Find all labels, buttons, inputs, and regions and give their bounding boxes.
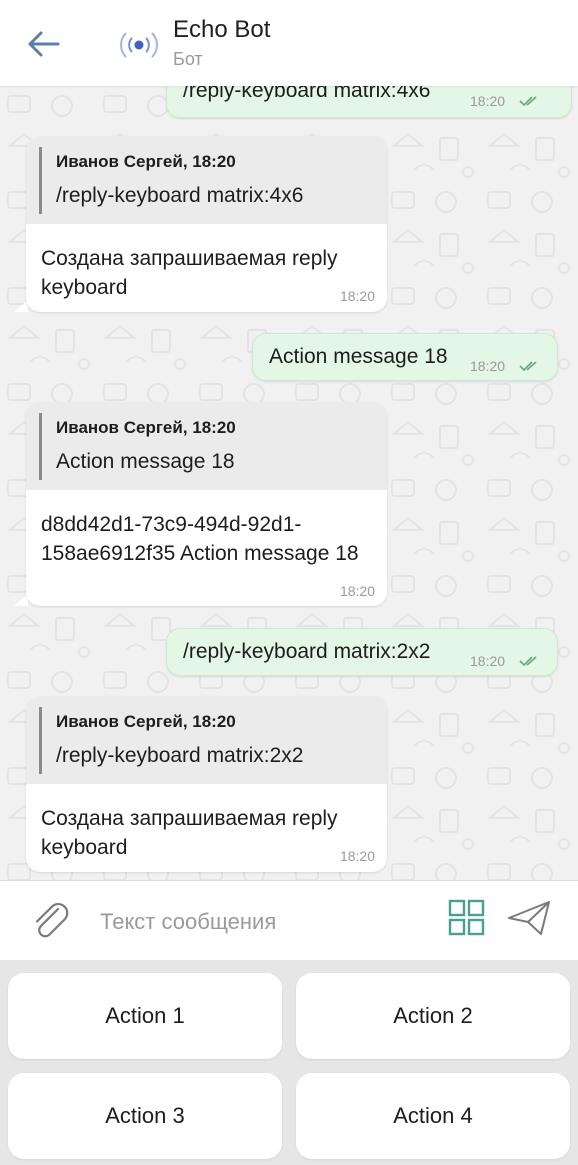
quote-text: /reply-keyboard matrix:4x6 [56,184,304,207]
quote-author: Иванов Сергей, 18:20 [56,152,236,171]
quote-author: Иванов Сергей, 18:20 [56,418,236,437]
attach-button[interactable] [28,899,72,943]
message-text: /reply-keyboard matrix:4x6 [183,86,431,102]
incoming-message[interactable]: Иванов Сергей, 18:20 /reply-keyboard mat… [26,696,387,872]
chat-title: Echo Bot [173,16,271,43]
message-text: Создана запрашиваемая reply keyboard [41,807,338,859]
send-icon [508,901,550,935]
message-time: 18:20 [470,358,506,374]
paperclip-icon [35,903,69,938]
message-time: 18:20 [470,93,506,109]
incoming-message[interactable]: Иванов Сергей, 18:20 /reply-keyboard mat… [26,136,387,312]
keyboard-button-action-2[interactable]: Action 2 [296,973,570,1059]
message-text: /reply-keyboard matrix:2x2 [183,640,431,663]
bot-avatar[interactable] [116,28,162,62]
keyboard-button-action-3[interactable]: Action 3 [8,1073,282,1159]
reply-keyboard: Action 1 Action 2 Action 3 Action 4 [0,960,578,1165]
arrow-left-icon [28,31,60,57]
message-time: 18:20 [339,288,375,304]
send-button[interactable] [506,898,552,943]
message-input[interactable] [98,903,422,941]
message-time: 18:20 [339,583,375,599]
message-text: Action message 18 [269,345,448,368]
message-list[interactable]: /reply-keyboard matrix:4x6 18:20 Иванов … [0,86,578,880]
double-check-icon [519,96,537,107]
radio-waves-icon [120,32,158,58]
grid-icon [448,899,485,936]
quote-text: Action message 18 [56,450,235,473]
message-text: d8dd42d1-73c9-494d-92d1-158ae6912f35 Act… [41,513,359,565]
quote-bar [39,147,42,214]
message-time: 18:20 [339,848,375,864]
message-composer [0,880,578,961]
outgoing-message[interactable]: /reply-keyboard matrix:4x6 18:20 [166,86,572,118]
outgoing-message[interactable]: Action message 18 18:20 [252,333,558,381]
keyboard-button-action-1[interactable]: Action 1 [8,973,282,1059]
double-check-icon [519,656,537,667]
incoming-message[interactable]: Иванов Сергей, 18:20 Action message 18 d… [26,402,387,606]
message-time: 18:20 [470,653,506,669]
quoted-message[interactable]: Иванов Сергей, 18:20 /reply-keyboard mat… [26,696,387,784]
quote-bar [39,707,42,774]
quoted-message[interactable]: Иванов Сергей, 18:20 /reply-keyboard mat… [26,136,387,224]
quote-author: Иванов Сергей, 18:20 [56,712,236,731]
outgoing-message[interactable]: /reply-keyboard matrix:2x2 18:20 [166,628,558,676]
message-text: Создана запрашиваемая reply keyboard [41,247,338,299]
chat-header: Echo Bot Бот [0,0,578,86]
double-check-icon [519,361,537,372]
back-button[interactable] [24,26,64,62]
quoted-message[interactable]: Иванов Сергей, 18:20 Action message 18 [26,402,387,490]
quote-bar [39,413,42,480]
chat-subtitle: Бот [173,49,203,69]
quote-text: /reply-keyboard matrix:2x2 [56,744,304,767]
keyboard-toggle-button[interactable] [447,898,487,943]
keyboard-button-action-4[interactable]: Action 4 [296,1073,570,1159]
